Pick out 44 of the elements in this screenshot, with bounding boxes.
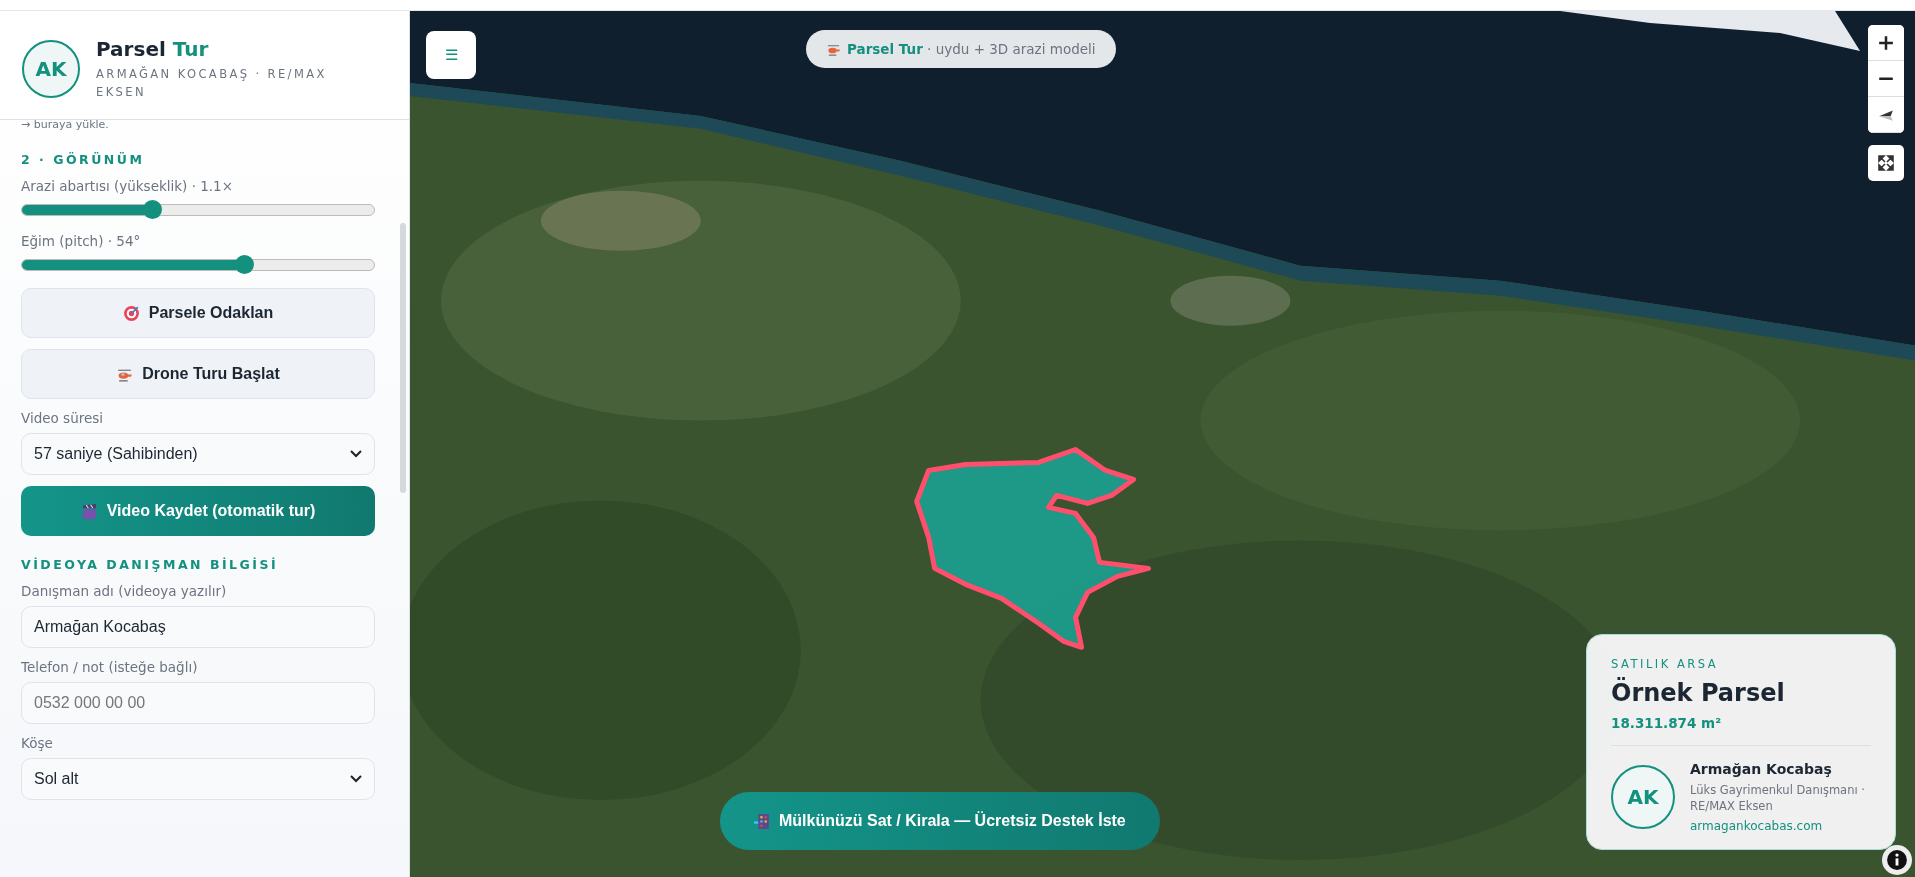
scrollbar-thumb[interactable] [400, 223, 406, 493]
card-eyebrow: SATILIK ARSA [1611, 657, 1720, 671]
dropdown[interactable]: Sol alt [21, 758, 375, 800]
record-video-button[interactable]: Video Kaydet (otomatik tur) [21, 486, 375, 536]
slider-thumb[interactable] [143, 200, 163, 219]
clapperboard-icon [80, 502, 98, 520]
property-title: Örnek Parsel [1611, 679, 1786, 707]
fullscreen-icon [1878, 155, 1894, 171]
agent-name: Armağan Kocabaş [1690, 761, 1833, 777]
banner-text: Parsel Tur · uydu + 3D arazi modeli [847, 41, 1096, 57]
input-field[interactable]: 0532 000 00 00 [21, 682, 375, 724]
minus-icon [1878, 76, 1894, 81]
action-button[interactable]: Drone Turu Başlat [21, 349, 375, 399]
plus-icon [1878, 34, 1894, 51]
field-label: Danışman adı (videoya yazılır) [21, 583, 228, 599]
zoom-in-button[interactable] [1868, 25, 1904, 61]
avatar-initials: AK [22, 40, 80, 98]
info-icon [1886, 849, 1908, 871]
slider-thumb[interactable] [234, 255, 254, 274]
input-field[interactable]: Armağan Kocabaş [21, 606, 375, 648]
action-button[interactable]: Parsele Odaklan [21, 288, 375, 338]
menu-button[interactable]: ☰ [426, 31, 476, 79]
field-label: Video süresi [21, 410, 105, 426]
agent-website-link[interactable]: armagankocabas.com [1690, 819, 1871, 833]
slider-label: Eğim (pitch) · 54° [21, 233, 142, 249]
field-label: Telefon / not (isteğe bağlı) [21, 659, 199, 675]
dropdown[interactable]: 57 saniye (Sahibinden) [21, 433, 375, 475]
section-heading: 2 · GÖRÜNÜM [21, 152, 146, 167]
property-area: 18.311.874 m² [1611, 715, 1871, 746]
fullscreen-button[interactable] [1868, 145, 1904, 181]
field-label: Köşe [21, 735, 54, 751]
app-title: Parsel Tur [96, 37, 210, 61]
building-icon [754, 812, 771, 830]
agent-role: Lüks Gayrimenkul Danışmanı · RE/MAX Eksen [1690, 782, 1866, 814]
upload-hint: → buraya yükle. [21, 120, 110, 131]
section-heading: VİDEOYA DANIŞMAN BİLGİSİ [21, 557, 280, 572]
agent-avatar: AK [1611, 765, 1675, 829]
slider-label: Arazi abartısı (yükseklik) · 1.1× [21, 178, 234, 194]
chevron-down-icon [350, 775, 362, 783]
parcel-outline[interactable] [914, 447, 1151, 650]
app-subtitle: ARMAĞAN KOCABAŞ · RE/MAX EKSEN [96, 65, 328, 101]
support-request-button[interactable]: Mülkünüzü Sat / Kirala — Ücretsiz Destek İste [720, 792, 1160, 850]
target-icon [122, 304, 140, 322]
chevron-down-icon [350, 450, 362, 458]
